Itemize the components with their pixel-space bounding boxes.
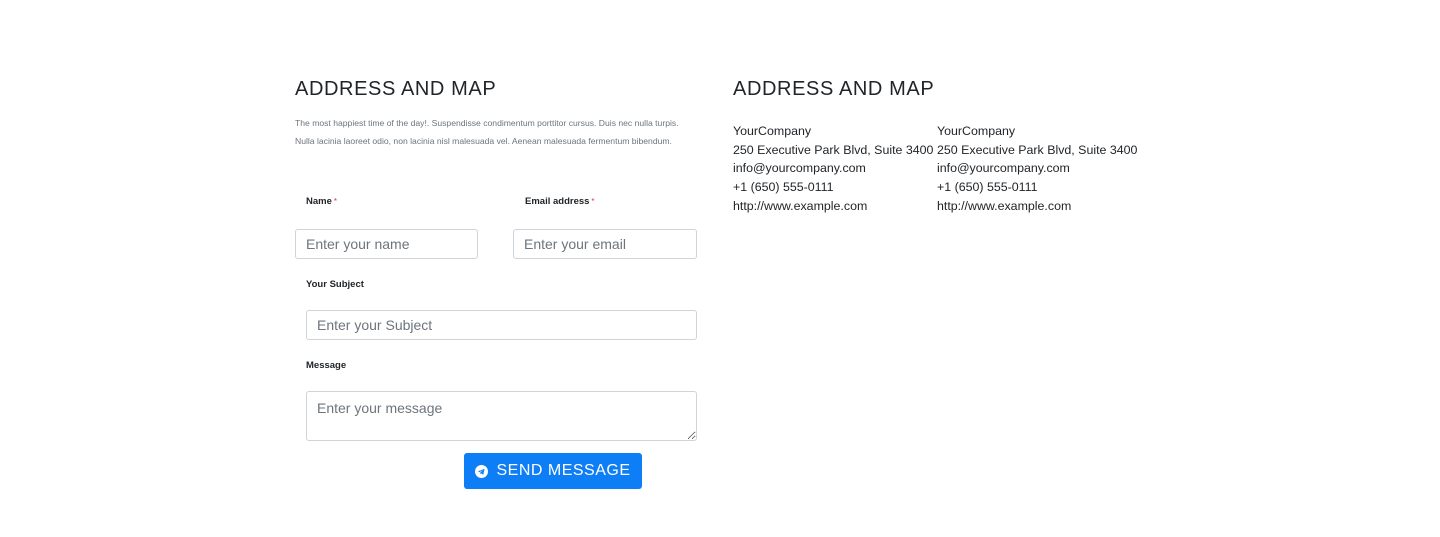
street-address: 250 Executive Park Blvd, Suite 3400: [733, 142, 934, 157]
company-name: YourCompany: [733, 124, 812, 138]
message-label: Message: [306, 360, 347, 371]
email-required-mark: *: [591, 197, 595, 206]
paper-plane-icon: [475, 464, 489, 478]
subject-input[interactable]: [306, 310, 697, 340]
contact-page: ADDRESS AND MAP The most happiest time o…: [0, 0, 1440, 537]
send-message-label: SEND MESSAGE: [496, 462, 631, 479]
name-required-mark: *: [333, 197, 337, 206]
address-block: YourCompany 250 Executive Park Blvd, Sui…: [937, 122, 1137, 216]
message-textarea[interactable]: [306, 391, 697, 441]
send-message-button[interactable]: SEND MESSAGE: [464, 453, 642, 489]
name-label: Name *: [306, 196, 337, 207]
company-website: http://www.example.com: [733, 198, 868, 213]
company-phone: +1 (650) 555-0111: [733, 180, 834, 195]
street-address: 250 Executive Park Blvd, Suite 3400: [937, 142, 1138, 157]
company-email: info@yourcompany.com: [733, 161, 866, 176]
company-website: http://www.example.com: [937, 198, 1072, 213]
email-input[interactable]: [513, 229, 697, 259]
name-input[interactable]: [295, 229, 478, 259]
form-section-title: ADDRESS AND MAP: [295, 78, 497, 100]
address-block: YourCompany 250 Executive Park Blvd, Sui…: [733, 122, 933, 216]
company-name: YourCompany: [937, 124, 1016, 138]
email-label-text: Email address: [525, 196, 590, 207]
address-section-title: ADDRESS AND MAP: [733, 78, 935, 100]
company-email: info@yourcompany.com: [937, 161, 1070, 176]
name-label-text: Name: [306, 196, 332, 207]
company-phone: +1 (650) 555-0111: [937, 180, 1038, 195]
form-intro-text: The most happiest time of the day!. Susp…: [295, 118, 679, 146]
email-label: Email address *: [525, 196, 595, 207]
subject-label: Your Subject: [306, 279, 364, 290]
